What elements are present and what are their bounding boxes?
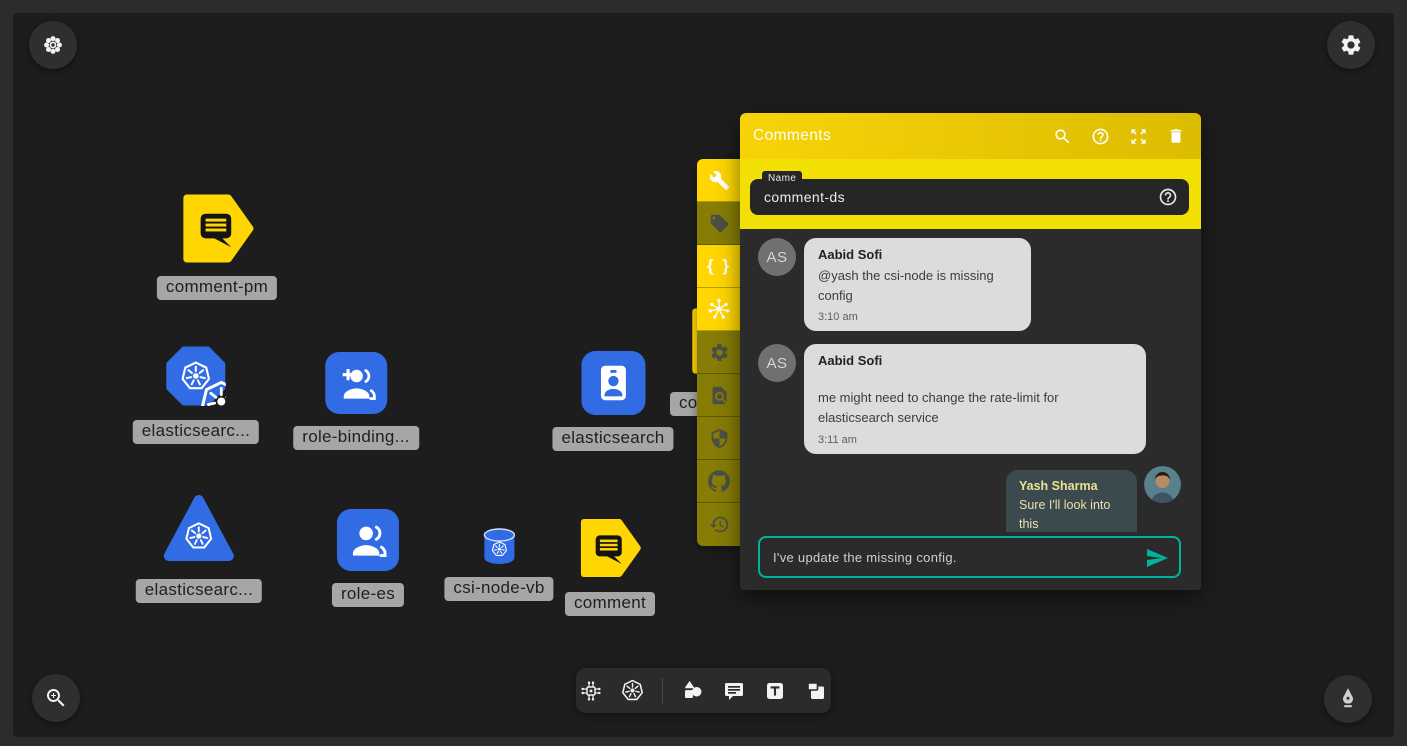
toolbar-divider — [662, 678, 663, 704]
tool-comment[interactable] — [722, 679, 746, 703]
tool-media[interactable] — [804, 679, 828, 703]
badge-icon — [581, 351, 645, 415]
name-input[interactable] — [750, 179, 1189, 215]
comment-shape-icon — [578, 516, 642, 580]
panel-title: Comments — [753, 127, 1053, 145]
toolbar-item-definition[interactable]: { } — [697, 245, 741, 288]
message-bubble: Yash Sharma Sure I'll look into this 3:2… — [1006, 470, 1137, 532]
field-help-icon[interactable] — [1158, 187, 1178, 212]
settings-button[interactable] — [1327, 21, 1375, 69]
message-time: 3:10 am — [818, 311, 1017, 323]
toolbar-item-history[interactable] — [697, 503, 741, 546]
flower-logo-icon — [41, 33, 65, 57]
shapes-icon — [680, 678, 705, 703]
comments-panel: Comments Name — [740, 113, 1201, 590]
node-role-es[interactable]: role-es — [332, 509, 404, 607]
kubernetes-cylinder-icon — [480, 527, 518, 567]
text-icon — [763, 679, 787, 703]
tool-kubernetes[interactable] — [620, 678, 645, 703]
toolbar-item-settings[interactable] — [697, 331, 741, 374]
message-time: 3:11 am — [818, 434, 1132, 446]
node-elasticsearch-serviceaccount[interactable]: elasticsearch — [552, 351, 673, 451]
node-label: comment — [565, 592, 655, 616]
media-icon — [804, 679, 828, 703]
toolbar-item-security[interactable] — [697, 417, 741, 460]
delete-icon[interactable] — [1167, 127, 1185, 145]
node-label: role-es — [332, 583, 404, 607]
send-icon[interactable] — [1145, 546, 1169, 575]
message-list[interactable]: AS Aabid Sofi @yash the csi-node is miss… — [740, 229, 1201, 532]
composer-input[interactable] — [760, 550, 1179, 565]
comments-panel-header[interactable]: Comments — [740, 113, 1201, 159]
toolbar-item-github[interactable] — [697, 460, 741, 503]
app-window: comment-pm elasticsearc... — [0, 0, 1407, 746]
node-label: elasticsearc... — [133, 420, 259, 444]
app-logo-button[interactable] — [29, 21, 77, 69]
zoom-in-icon — [44, 686, 68, 710]
avatar-photo — [1144, 466, 1181, 503]
tool-shapes[interactable] — [680, 678, 705, 703]
message-bubble: Aabid Sofi @yash the csi-node is missing… — [804, 238, 1031, 331]
wrench-icon — [709, 170, 730, 191]
message-author: Aabid Sofi — [818, 353, 1132, 368]
zoom-in-button[interactable] — [32, 674, 80, 722]
node-elasticsearch-octagon[interactable]: elasticsearc... — [133, 346, 259, 444]
kubernetes-triangle-icon — [162, 493, 236, 567]
composer — [740, 532, 1201, 590]
composer-box — [758, 536, 1181, 578]
message-text: me might need to change the rate-limit f… — [818, 388, 1132, 428]
pen-tool-button[interactable] — [1324, 675, 1372, 723]
github-icon — [708, 470, 730, 492]
message: AS Aabid Sofi me might need to change th… — [758, 344, 1187, 453]
tool-components[interactable] — [579, 679, 603, 703]
node-action-toolbar: { } — [697, 159, 741, 546]
shield-icon — [709, 428, 730, 449]
message-text: Sure I'll look into this — [1019, 496, 1124, 532]
gear-icon — [709, 342, 730, 363]
message-bubble: Aabid Sofi me might need to change the r… — [804, 344, 1146, 453]
canvas-tools-toolbar — [576, 668, 831, 713]
kubernetes-icon — [620, 678, 645, 703]
toolbar-item-hub[interactable] — [697, 288, 741, 331]
avatar-initials: AS — [758, 344, 796, 382]
comment-icon — [722, 679, 746, 703]
circuit-icon — [579, 679, 603, 703]
message-text: @yash the csi-node is missing config — [818, 266, 1017, 306]
search-icon[interactable] — [1053, 127, 1072, 146]
toolbar-item-tag[interactable] — [697, 202, 741, 245]
node-label: comment-pm — [157, 276, 277, 300]
node-label: elasticsearch — [552, 427, 673, 451]
tag-icon — [709, 213, 730, 234]
tool-text[interactable] — [763, 679, 787, 703]
fullscreen-icon[interactable] — [1129, 127, 1148, 146]
node-label: csi-node-vb — [444, 577, 553, 601]
hub-icon — [707, 297, 731, 321]
node-csi-node-vb[interactable]: csi-node-vb — [444, 527, 553, 601]
kubernetes-octagon-icon — [166, 346, 226, 406]
node-comment-pm[interactable]: comment-pm — [157, 191, 277, 300]
message-author: Aabid Sofi — [818, 247, 1017, 262]
person-add-icon — [325, 352, 387, 414]
message: AS Aabid Sofi @yash the csi-node is miss… — [758, 238, 1187, 331]
person-icon — [337, 509, 399, 571]
gear-icon — [1339, 33, 1363, 57]
toolbar-item-configure[interactable] — [697, 159, 741, 202]
node-role-binding[interactable]: role-binding... — [293, 352, 419, 450]
avatar-initials: AS — [758, 238, 796, 276]
pen-nib-icon — [1335, 686, 1361, 712]
doc-search-icon — [709, 385, 730, 406]
node-elasticsearch-triangle[interactable]: elasticsearc... — [136, 493, 262, 603]
name-field-label: Name — [762, 171, 802, 187]
history-icon — [709, 514, 730, 535]
node-comment[interactable]: comment — [565, 516, 655, 616]
node-label: elasticsearc... — [136, 579, 262, 603]
comment-shape-icon — [180, 191, 255, 266]
braces-icon: { } — [707, 256, 731, 276]
message-author: Yash Sharma — [1019, 479, 1124, 493]
name-section: Name — [740, 159, 1201, 229]
message: Yash Sharma Sure I'll look into this 3:2… — [758, 470, 1181, 532]
node-label: role-binding... — [293, 426, 419, 450]
toolbar-item-inspect[interactable] — [697, 374, 741, 417]
help-icon[interactable] — [1091, 127, 1110, 146]
